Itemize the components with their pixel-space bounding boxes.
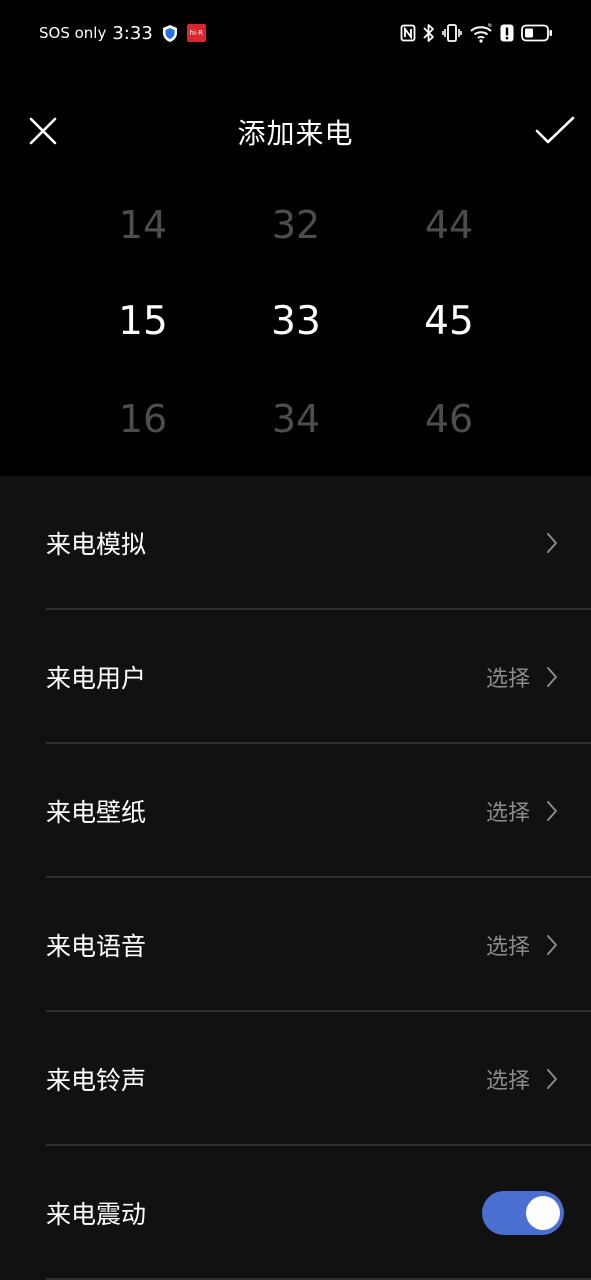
- chevron-right-icon: [547, 935, 557, 955]
- status-bar: SOS only 3:33 hi·R 6: [0, 0, 591, 66]
- setting-label: 来电模拟: [46, 530, 147, 559]
- chevron-right-icon: [547, 667, 557, 687]
- setting-label: 来电震动: [46, 1200, 147, 1229]
- setting-value: 选择: [485, 935, 530, 960]
- time-picker[interactable]: 14 15 16 32 33 34 44 45 46: [0, 180, 591, 476]
- status-bar-right: 6: [400, 22, 553, 44]
- bluetooth-icon: [423, 23, 435, 43]
- setting-value: 选择: [485, 1069, 530, 1094]
- setting-row-caller[interactable]: 来电用户 选择: [0, 610, 591, 744]
- setting-row-ringtone[interactable]: 来电铃声 选择: [0, 1012, 591, 1146]
- minute-prev[interactable]: 32: [226, 206, 366, 244]
- second-selected[interactable]: 45: [379, 302, 519, 341]
- svg-text:6: 6: [488, 23, 492, 29]
- status-time: 3:33: [112, 22, 153, 44]
- chevron-right-icon: [547, 801, 557, 821]
- hour-wheel[interactable]: 14 15 16: [73, 180, 213, 476]
- minute-next[interactable]: 34: [226, 400, 366, 438]
- setting-value: 选择: [485, 801, 530, 826]
- status-bar-left: SOS only 3:33 hi·R: [39, 20, 206, 46]
- hour-next[interactable]: 16: [73, 400, 213, 438]
- check-icon: [535, 116, 575, 144]
- setting-label: 来电壁纸: [46, 798, 147, 827]
- setting-label: 来电语音: [46, 932, 147, 961]
- hour-selected[interactable]: 15: [73, 302, 213, 341]
- toggle-knob: [526, 1196, 560, 1230]
- nfc-icon: [400, 24, 416, 42]
- setting-label: 来电铃声: [46, 1066, 147, 1095]
- setting-row-wallpaper[interactable]: 来电壁纸 选择: [0, 744, 591, 878]
- minute-selected[interactable]: 33: [226, 302, 366, 341]
- setting-value: 选择: [485, 667, 530, 692]
- vibrate-icon: [442, 23, 462, 43]
- second-next[interactable]: 46: [379, 400, 519, 438]
- alert-icon: [500, 24, 514, 42]
- battery-icon: [521, 24, 553, 42]
- second-wheel[interactable]: 44 45 46: [379, 180, 519, 476]
- setting-row-voice[interactable]: 来电语音 选择: [0, 878, 591, 1012]
- header-bar: 添加来电: [0, 96, 591, 168]
- app-notification-icon: hi·R: [186, 24, 206, 42]
- setting-label: 来电用户: [46, 664, 147, 693]
- shield-icon: [161, 24, 179, 43]
- chevron-right-icon: [547, 1069, 557, 1089]
- hour-prev[interactable]: 14: [73, 206, 213, 244]
- wifi-icon: 6: [469, 23, 493, 43]
- minute-wheel[interactable]: 32 33 34: [226, 180, 366, 476]
- settings-list: 来电模拟 来电用户 选择 来电壁纸 选择 来电语音 选择 来电铃声 选择 来电震…: [0, 476, 591, 1280]
- confirm-button[interactable]: [533, 114, 577, 148]
- setting-row-vibration: 来电震动: [0, 1146, 591, 1280]
- chevron-right-icon: [547, 533, 557, 553]
- sos-status: SOS only: [39, 24, 107, 42]
- page-title: 添加来电: [237, 117, 354, 150]
- vibration-toggle[interactable]: [482, 1191, 564, 1235]
- setting-row-call-simulation[interactable]: 来电模拟: [0, 476, 591, 610]
- second-prev[interactable]: 44: [379, 206, 519, 244]
